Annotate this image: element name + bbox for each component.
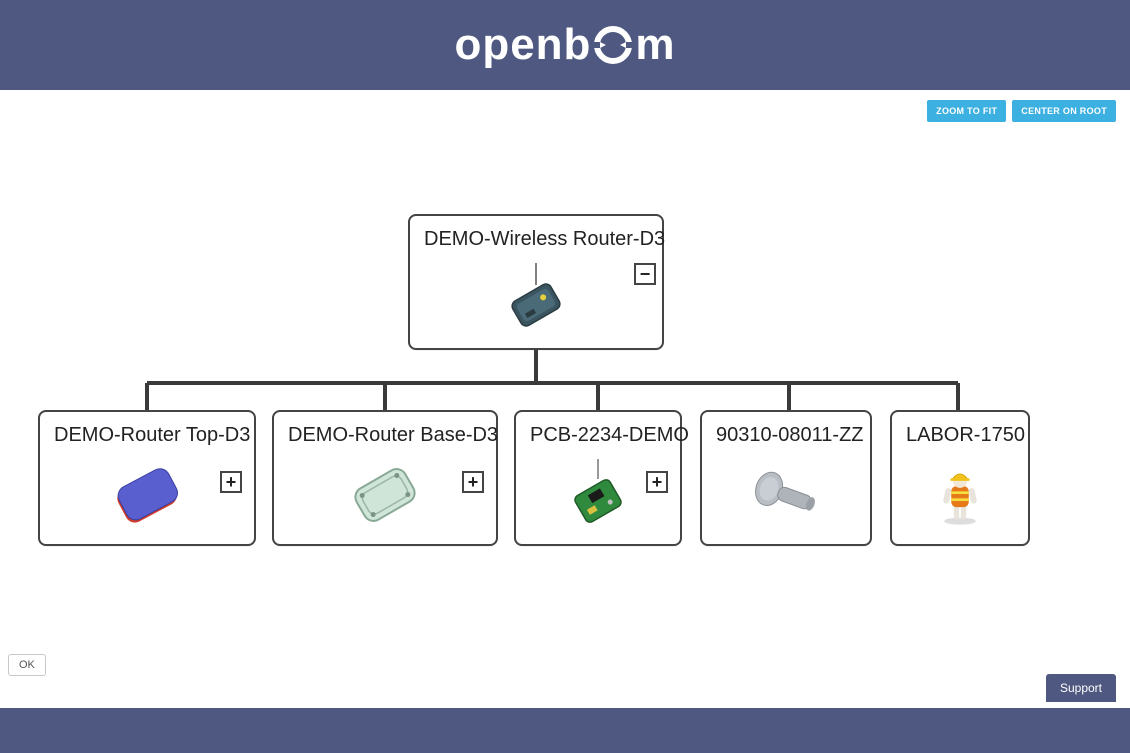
expand-toggle[interactable]: + <box>646 471 668 493</box>
screw-icon <box>746 459 826 529</box>
tree-node-child-3[interactable]: 90310-08011-ZZ <box>700 410 872 546</box>
center-on-root-button[interactable]: CENTER ON ROOT <box>1012 100 1116 122</box>
node-title: PCB-2234-DEMO <box>530 424 670 447</box>
base-shell-icon <box>345 459 425 529</box>
expand-toggle[interactable]: + <box>462 471 484 493</box>
top-cover-icon <box>107 459 187 529</box>
node-title: DEMO-Wireless Router-D3 <box>424 228 652 251</box>
ok-button[interactable]: OK <box>8 654 46 676</box>
view-toolbar: ZOOM TO FIT CENTER ON ROOT <box>927 100 1116 122</box>
app-header: openb m <box>0 0 1130 90</box>
zoom-to-fit-button[interactable]: ZOOM TO FIT <box>927 100 1006 122</box>
footer-band <box>0 708 1130 753</box>
brand-logo: openb m <box>454 20 675 70</box>
node-title: 90310-08011-ZZ <box>716 424 860 447</box>
tree-node-root[interactable]: DEMO-Wireless Router-D3 − <box>408 214 664 350</box>
expand-toggle[interactable]: + <box>220 471 242 493</box>
node-title: LABOR-1750 <box>906 424 1018 447</box>
worker-icon <box>920 459 1000 529</box>
collapse-toggle[interactable]: − <box>634 263 656 285</box>
support-button[interactable]: Support <box>1046 674 1116 702</box>
tree-connectors <box>0 90 1130 708</box>
router-device-icon <box>496 263 576 333</box>
brand-text-part1: openb <box>454 20 591 70</box>
brand-text-part2: m <box>635 20 675 70</box>
tree-node-child-2[interactable]: PCB-2234-DEMO + <box>514 410 682 546</box>
brand-target-icon <box>593 25 633 65</box>
diagram-canvas[interactable]: ZOOM TO FIT CENTER ON ROOT DEMO-Wireless… <box>0 90 1130 708</box>
tree-node-child-4[interactable]: LABOR-1750 <box>890 410 1030 546</box>
pcb-board-icon <box>558 459 638 529</box>
node-title: DEMO-Router Top-D3 <box>54 424 244 447</box>
tree-node-child-1[interactable]: DEMO-Router Base-D3 + <box>272 410 498 546</box>
tree-node-child-0[interactable]: DEMO-Router Top-D3 + <box>38 410 256 546</box>
node-title: DEMO-Router Base-D3 <box>288 424 486 447</box>
